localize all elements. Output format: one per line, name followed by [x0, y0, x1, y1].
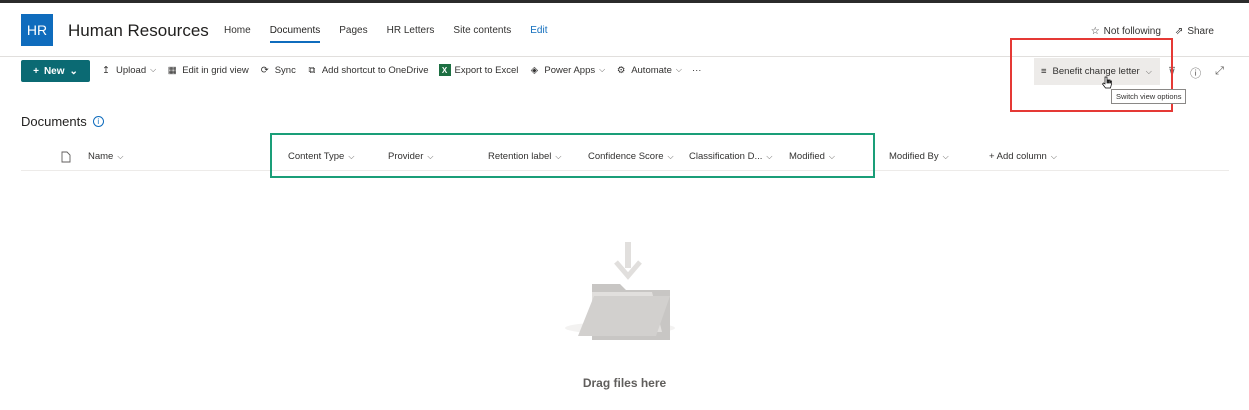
chevron-down-icon: ⌵ — [1050, 151, 1057, 161]
power-apps-button[interactable]: ◈ Power Apps ⌵ — [528, 64, 605, 76]
empty-folder-icon — [565, 242, 675, 340]
add-shortcut-label: Add shortcut to OneDrive — [321, 64, 429, 76]
chevron-down-icon: ⌵ — [675, 65, 682, 74]
edit-grid-button[interactable]: ▦ Edit in grid view — [166, 64, 249, 76]
star-icon: ☆ — [1090, 26, 1100, 37]
automate-label: Automate — [631, 64, 672, 76]
expand-icon[interactable]: ⤢ — [1215, 65, 1224, 81]
nav-documents[interactable]: Documents — [269, 25, 320, 43]
nav-home[interactable]: Home — [224, 25, 251, 41]
edit-grid-label: Edit in grid view — [182, 64, 249, 76]
shortcut-icon: ⧉ — [308, 64, 316, 76]
share-button[interactable]: ⇗ Share — [1175, 26, 1214, 37]
command-right: ⊽ ⓘ ⤢ — [1168, 65, 1224, 81]
upload-label: Upload — [116, 64, 147, 76]
power-apps-icon: ◈ — [530, 64, 539, 76]
automate-icon: ⚙ — [616, 64, 626, 76]
plus-icon: + — [33, 65, 39, 77]
empty-state-text: Drag files here — [582, 376, 667, 390]
export-excel-button[interactable]: X Export to Excel — [438, 64, 519, 76]
nav-site-contents[interactable]: Site contents — [453, 25, 511, 41]
add-column-button[interactable]: + Add column ⌵ — [989, 151, 1057, 162]
add-column-label: + Add column — [989, 151, 1047, 162]
more-icon: ··· — [691, 64, 702, 76]
new-button[interactable]: + New ⌄ — [21, 60, 90, 82]
highlight-columns — [270, 133, 875, 178]
share-icon: ⇗ — [1174, 26, 1184, 37]
more-button[interactable]: ··· — [692, 65, 702, 76]
excel-icon: X — [438, 64, 451, 76]
new-label: New — [43, 65, 65, 77]
chevron-down-icon: ⌄ — [69, 65, 78, 77]
add-shortcut-button[interactable]: ⧉ Add shortcut to OneDrive — [306, 64, 429, 76]
sync-label: Sync — [274, 64, 296, 76]
upload-icon: ↥ — [102, 64, 110, 76]
site-nav: Home Documents Pages HR Letters Site con… — [224, 25, 566, 43]
chevron-down-icon: ⌵ — [942, 151, 949, 161]
column-name-label: Name — [88, 151, 114, 162]
grid-icon: ▦ — [167, 64, 177, 76]
file-type-icon[interactable] — [61, 151, 71, 163]
share-label: Share — [1187, 26, 1214, 37]
chevron-down-icon: ⌵ — [150, 65, 157, 74]
site-logo[interactable]: HR — [21, 14, 53, 46]
column-modified-by-label: Modified By — [889, 151, 939, 162]
automate-button[interactable]: ⚙ Automate ⌵ — [615, 64, 682, 76]
follow-label: Not following — [1103, 26, 1161, 37]
command-items: ↥ Upload ⌵ ▦ Edit in grid view ⟳ Sync ⧉ … — [100, 64, 711, 76]
sync-button[interactable]: ⟳ Sync — [259, 64, 296, 76]
nav-hr-letters[interactable]: HR Letters — [387, 25, 435, 41]
nav-edit[interactable]: Edit — [530, 25, 547, 41]
hand-cursor-icon — [1102, 76, 1112, 89]
chevron-down-icon: ⌵ — [117, 151, 124, 161]
follow-button[interactable]: ☆ Not following — [1091, 26, 1161, 37]
power-apps-label: Power Apps — [544, 64, 596, 76]
info-icon[interactable]: i — [92, 116, 104, 127]
column-name[interactable]: Name ⌵ — [88, 151, 123, 162]
nav-pages[interactable]: Pages — [339, 25, 367, 41]
column-modified-by[interactable]: Modified By ⌵ — [889, 151, 949, 162]
site-actions: ☆ Not following ⇗ Share — [1091, 26, 1214, 37]
upload-button[interactable]: ↥ Upload ⌵ — [100, 64, 156, 76]
sync-icon: ⟳ — [260, 64, 269, 76]
chevron-down-icon: ⌵ — [599, 65, 606, 74]
export-excel-label: Export to Excel — [454, 64, 519, 76]
switch-view-tooltip: Switch view options — [1111, 89, 1187, 104]
info-circle-icon[interactable]: ⓘ — [1190, 65, 1201, 81]
library-title-text: Documents — [21, 114, 87, 129]
library-title: Documents i — [21, 114, 104, 129]
site-title[interactable]: Human Resources — [68, 21, 209, 41]
